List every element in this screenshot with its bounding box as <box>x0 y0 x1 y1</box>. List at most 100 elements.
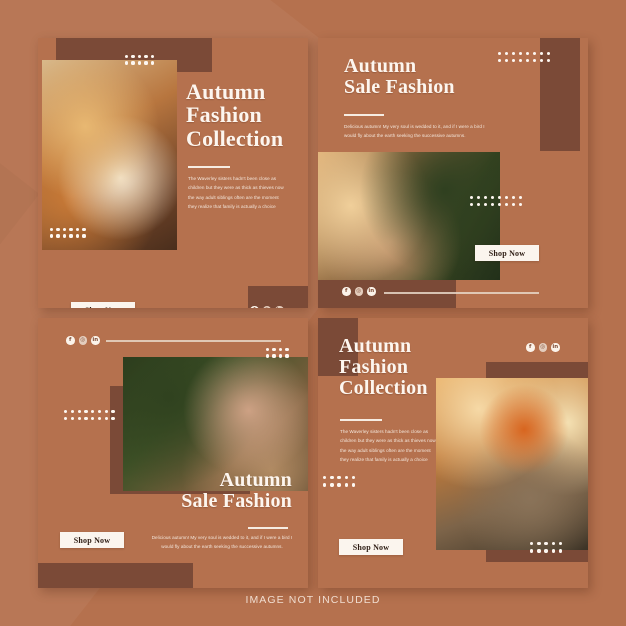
dot <box>483 202 488 207</box>
dot <box>518 196 523 200</box>
dot <box>285 348 289 352</box>
dot <box>330 476 334 480</box>
card4-social-links[interactable]: f ◎ in <box>526 343 560 352</box>
dot <box>504 52 509 56</box>
linkedin-icon[interactable]: in <box>91 336 100 345</box>
instagram-icon[interactable]: ◎ <box>262 306 271 308</box>
dot <box>125 55 129 59</box>
poster-canvas: Autumn Fashion Collection The Waverley s… <box>0 0 626 626</box>
dot <box>272 348 276 352</box>
dot <box>111 416 115 420</box>
instagram-icon[interactable]: ◎ <box>538 343 547 352</box>
dot <box>62 228 67 232</box>
dot <box>137 61 142 65</box>
dot <box>532 58 537 63</box>
dot <box>272 354 276 358</box>
dot <box>546 52 551 56</box>
card4-shop-now-button[interactable]: Shop Now <box>339 539 403 555</box>
linkedin-icon[interactable]: in <box>367 287 376 296</box>
dot <box>470 196 474 200</box>
dot <box>497 202 502 207</box>
linkedin-icon[interactable]: in <box>275 306 284 308</box>
facebook-icon[interactable]: f <box>250 306 259 308</box>
instagram-icon[interactable]: ◎ <box>78 336 87 345</box>
card1-divider-rule <box>188 166 230 168</box>
card1-title-line-3: Collection <box>186 125 284 151</box>
dot <box>266 354 270 358</box>
card4-body-text: The Waverley sisters hadn't been close a… <box>340 429 436 463</box>
dot <box>544 542 548 546</box>
dot <box>56 228 60 232</box>
background-diagonal-shade <box>0 0 39 626</box>
dot <box>75 234 80 238</box>
card3-social-links[interactable]: f ◎ in <box>66 336 100 345</box>
dot <box>518 202 523 207</box>
facebook-icon[interactable]: f <box>526 343 535 352</box>
card1-social-links[interactable]: f ◎ in <box>250 306 284 308</box>
card3-title-line-1: Autumn <box>219 469 292 491</box>
instagram-icon[interactable]: ◎ <box>354 287 363 296</box>
dot <box>490 202 495 207</box>
dot <box>490 196 495 200</box>
dot <box>525 52 530 56</box>
card4-title-line-3: Collection <box>339 377 428 400</box>
dot <box>69 234 73 238</box>
image-not-included-caption: IMAGE NOT INCLUDED <box>245 594 381 606</box>
facebook-icon[interactable]: f <box>342 287 351 296</box>
card1-dot-grid-top <box>125 55 155 65</box>
card3-header-line <box>106 340 281 342</box>
dot <box>530 549 534 553</box>
dot <box>337 483 341 487</box>
dot <box>476 196 481 200</box>
linkedin-icon[interactable]: in <box>551 343 560 352</box>
dot <box>344 483 348 487</box>
dot <box>504 196 509 200</box>
dot <box>498 58 502 63</box>
card2-body-text: Delicious autumn! My very soul is wedded… <box>344 124 485 139</box>
dot <box>511 196 516 200</box>
card-autumn-fashion-collection-hat-photo[interactable]: Autumn Fashion Collection The Waverley s… <box>318 318 588 588</box>
dot <box>70 416 74 420</box>
dot <box>497 196 502 200</box>
dot <box>511 58 516 63</box>
dot <box>104 416 108 420</box>
card4-divider-rule <box>340 419 382 421</box>
dot <box>50 234 54 238</box>
card2-divider-rule <box>344 114 384 116</box>
card2-dot-grid-top <box>498 52 551 63</box>
dot <box>558 542 563 546</box>
dot <box>285 354 289 358</box>
dot <box>111 410 115 414</box>
card3-shop-now-button[interactable]: Shop Now <box>60 532 124 548</box>
card1-shop-now-button[interactable]: Shop Now <box>71 302 135 308</box>
dot <box>483 196 488 200</box>
dot <box>150 55 155 59</box>
card4-title-line-1: Autumn <box>339 335 412 357</box>
dot <box>504 202 509 207</box>
card1-body-text: The Waverley sisters hadn't been close a… <box>188 176 284 210</box>
card-autumn-sale-fashion-top-text[interactable]: Autumn Sale Fashion Delicious autumn! My… <box>318 38 588 308</box>
dot <box>476 202 481 207</box>
dot <box>84 416 88 420</box>
dot <box>64 416 68 420</box>
card-autumn-fashion-collection-left-photo[interactable]: Autumn Fashion Collection The Waverley s… <box>38 38 308 308</box>
facebook-icon[interactable]: f <box>66 336 75 345</box>
dot <box>351 483 356 487</box>
card-autumn-sale-fashion-right-photo[interactable]: Autumn Sale Fashion Delicious autumn! My… <box>38 318 308 588</box>
photo-woman-polka-dot <box>42 60 177 250</box>
dot <box>91 410 95 414</box>
card2-shop-now-button[interactable]: Shop Now <box>475 245 539 261</box>
dot <box>558 549 563 553</box>
dot <box>518 58 523 63</box>
card1-dot-grid-left <box>50 228 86 238</box>
dot <box>278 348 283 352</box>
dot <box>137 55 142 59</box>
dot <box>546 58 551 63</box>
card2-social-links[interactable]: f ◎ in <box>342 287 376 296</box>
dot <box>104 410 108 414</box>
card2-title: Autumn Sale Fashion <box>344 55 455 98</box>
dot <box>266 348 270 352</box>
dot <box>75 228 80 232</box>
decor-block-bottom-left <box>38 563 193 588</box>
card4-dot-grid-left <box>323 476 356 487</box>
